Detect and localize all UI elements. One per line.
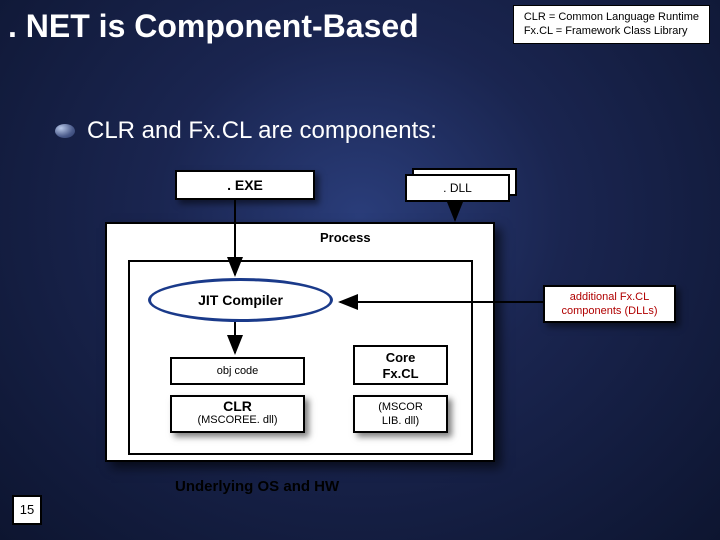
bullet-icon — [55, 124, 75, 138]
subtitle-row: CLR and Fx.CL are components: — [55, 117, 437, 145]
objcode-box: obj code — [170, 357, 305, 385]
exe-box: . EXE — [175, 170, 315, 200]
mscorlib-line1: (MSCOR — [355, 400, 446, 414]
additional-line1: additional Fx.CL — [545, 290, 674, 304]
jit-compiler-ellipse: JIT Compiler — [148, 278, 333, 322]
clr-subtitle: (MSCOREE. dll) — [197, 414, 277, 426]
corefxcl-line1: Core — [355, 350, 446, 366]
mscorlib-box: (MSCOR LIB. dll) — [353, 395, 448, 433]
underlying-label: Underlying OS and HW — [175, 478, 339, 495]
legend-line1: CLR = Common Language Runtime — [524, 10, 699, 24]
mscorlib-line2: LIB. dll) — [355, 414, 446, 428]
corefxcl-line2: Fx.CL — [355, 366, 446, 382]
core-fxcl-box: Core Fx.CL — [353, 345, 448, 385]
slide-title: . NET is Component-Based — [8, 8, 419, 45]
additional-line2: components (DLLs) — [545, 304, 674, 318]
legend-box: CLR = Common Language Runtime Fx.CL = Fr… — [513, 5, 710, 44]
slide-number: 15 — [12, 495, 42, 525]
subtitle-text: CLR and Fx.CL are components: — [87, 117, 437, 145]
process-label: Process — [320, 230, 371, 245]
clr-box: CLR (MSCOREE. dll) — [170, 395, 305, 433]
dll-box: . DLL — [405, 174, 510, 202]
clr-title: CLR — [172, 398, 303, 414]
additional-components-box: additional Fx.CL components (DLLs) — [543, 285, 676, 323]
legend-line2: Fx.CL = Framework Class Library — [524, 24, 699, 38]
